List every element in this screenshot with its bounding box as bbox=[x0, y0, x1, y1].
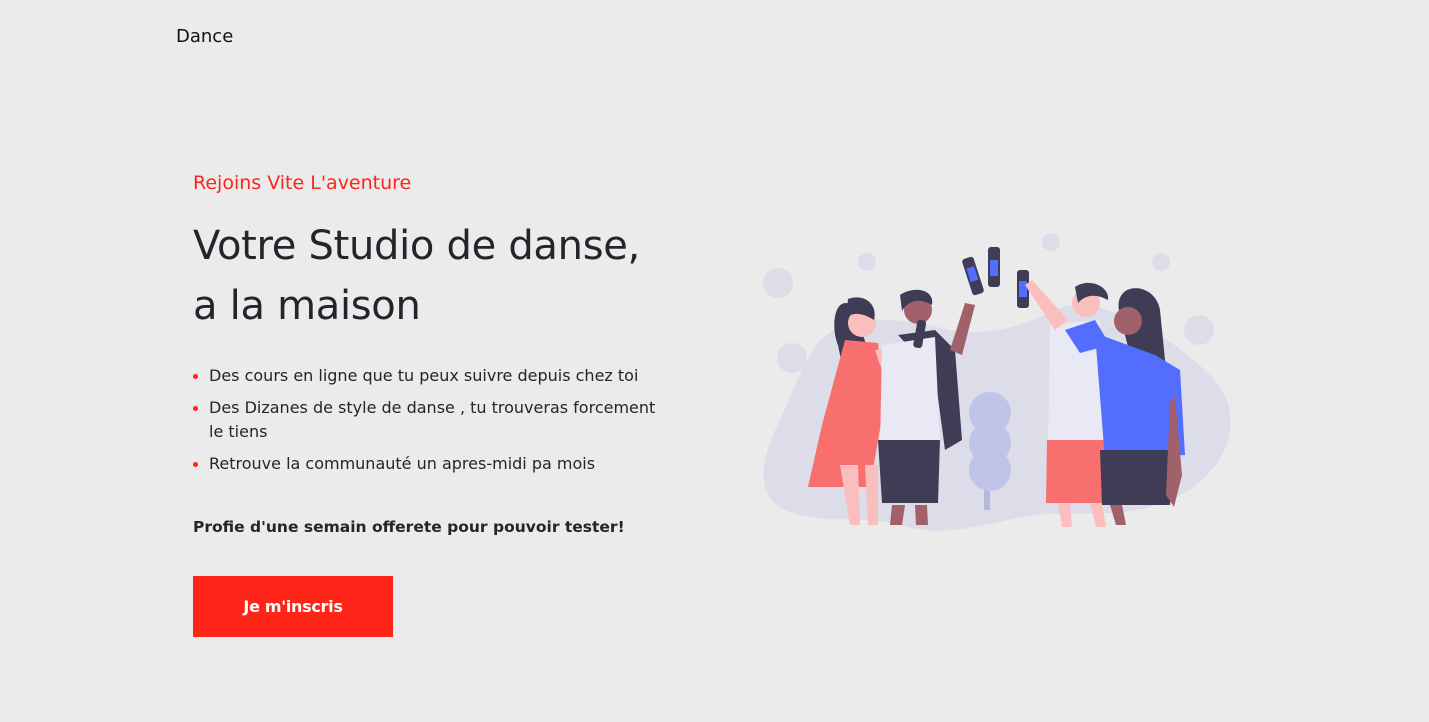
feature-item: Des Dizanes de style de danse , tu trouv… bbox=[193, 396, 673, 444]
feature-text: Des cours en ligne que tu peux suivre de… bbox=[209, 366, 639, 385]
hero-kicker: Rejoins Vite L'aventure bbox=[193, 172, 412, 194]
feature-item: Des cours en ligne que tu peux suivre de… bbox=[193, 364, 673, 388]
landing-page: Dance Rejoins Vite L'aventure Votre Stud… bbox=[0, 0, 1429, 722]
friends-toasting-illustration bbox=[763, 233, 1231, 531]
bg-bubble bbox=[1152, 253, 1170, 271]
hero-headline: Votre Studio de danse, a la maison bbox=[193, 216, 693, 336]
feature-item: Retrouve la communauté un apres-midi pa … bbox=[193, 452, 673, 476]
bg-bubble bbox=[1184, 315, 1214, 345]
bullet-dot-icon bbox=[193, 406, 198, 411]
bg-bubble bbox=[763, 268, 793, 298]
bg-bubble bbox=[1042, 233, 1060, 251]
offer-text: Profie d'une semain offerete pour pouvoi… bbox=[193, 518, 625, 536]
bg-bubble bbox=[777, 343, 807, 373]
feature-text: Des Dizanes de style de danse , tu trouv… bbox=[209, 398, 656, 441]
bullet-dot-icon bbox=[193, 374, 198, 379]
feature-list: Des cours en ligne que tu peux suivre de… bbox=[193, 364, 673, 476]
tree-foliage bbox=[969, 449, 1011, 491]
signup-button[interactable]: Je m'inscris bbox=[193, 576, 393, 637]
hero-section: Rejoins Vite L'aventure Votre Studio de … bbox=[193, 170, 693, 637]
feature-text: Retrouve la communauté un apres-midi pa … bbox=[209, 454, 596, 473]
hero-headline-line-1: Votre Studio de danse, bbox=[193, 223, 640, 269]
hero-headline-line-2: a la maison bbox=[193, 283, 421, 329]
bullet-dot-icon bbox=[193, 462, 198, 467]
logo-link[interactable]: Dance bbox=[176, 26, 233, 47]
bg-bubble bbox=[858, 253, 876, 271]
